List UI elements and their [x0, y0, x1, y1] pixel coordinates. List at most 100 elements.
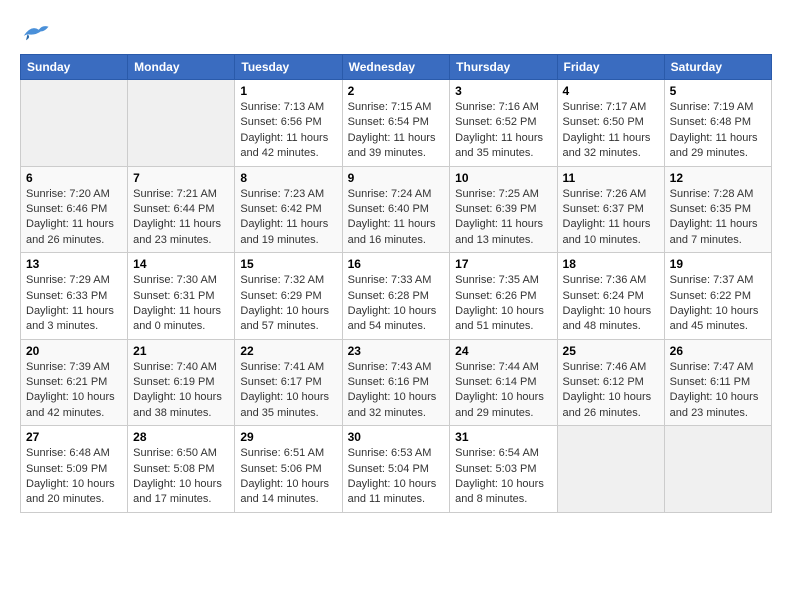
- calendar-cell: 23 Sunrise: 7:43 AM Sunset: 6:16 PM Dayli…: [342, 339, 450, 426]
- day-number: 3: [455, 84, 551, 98]
- day-number: 16: [348, 257, 445, 271]
- day-number: 25: [563, 344, 659, 358]
- calendar-cell: 22 Sunrise: 7:41 AM Sunset: 6:17 PM Dayli…: [235, 339, 342, 426]
- calendar-cell: 3 Sunrise: 7:16 AM Sunset: 6:52 PM Daylig…: [450, 80, 557, 167]
- day-header-friday: Friday: [557, 55, 664, 80]
- day-info: Sunrise: 7:13 AM Sunset: 6:56 PM Dayligh…: [240, 100, 336, 162]
- day-number: 19: [670, 257, 766, 271]
- day-number: 27: [26, 430, 122, 444]
- calendar-cell: 2 Sunrise: 7:15 AM Sunset: 6:54 PM Daylig…: [342, 80, 450, 167]
- calendar-cell: 17Sunrise: 7:35 AM Sunset: 6:26 PM Dayli…: [450, 253, 557, 340]
- day-number: 14: [133, 257, 229, 271]
- calendar-week-1: 1 Sunrise: 7:13 AM Sunset: 6:56 PM Daylig…: [21, 80, 772, 167]
- calendar-cell: 16 Sunrise: 7:33 AM Sunset: 6:28 PM Dayli…: [342, 253, 450, 340]
- calendar-cell: 29 Sunrise: 6:51 AM Sunset: 5:06 PM Dayli…: [235, 426, 342, 513]
- day-info: Sunrise: 7:26 AM Sunset: 6:37 PM Dayligh…: [563, 187, 659, 249]
- calendar-cell: 11Sunrise: 7:26 AM Sunset: 6:37 PM Dayli…: [557, 166, 664, 253]
- calendar-cell: 9Sunrise: 7:24 AM Sunset: 6:40 PM Daylig…: [342, 166, 450, 253]
- day-number: 6: [26, 171, 122, 185]
- day-number: 23: [348, 344, 445, 358]
- calendar-cell: 5Sunrise: 7:19 AM Sunset: 6:48 PM Daylig…: [664, 80, 771, 167]
- calendar-cell: 14 Sunrise: 7:30 AM Sunset: 6:31 PM Dayli…: [128, 253, 235, 340]
- page-header: [20, 20, 772, 44]
- day-number: 7: [133, 171, 229, 185]
- calendar-header-row: SundayMondayTuesdayWednesdayThursdayFrid…: [21, 55, 772, 80]
- calendar-cell: 19 Sunrise: 7:37 AM Sunset: 6:22 PM Dayli…: [664, 253, 771, 340]
- day-header-wednesday: Wednesday: [342, 55, 450, 80]
- day-number: 1: [240, 84, 336, 98]
- day-info: Sunrise: 7:15 AM Sunset: 6:54 PM Dayligh…: [348, 100, 445, 162]
- calendar-cell: 4Sunrise: 7:17 AM Sunset: 6:50 PM Daylig…: [557, 80, 664, 167]
- calendar-cell: [557, 426, 664, 513]
- calendar-cell: 21 Sunrise: 7:40 AM Sunset: 6:19 PM Dayli…: [128, 339, 235, 426]
- calendar-cell: [664, 426, 771, 513]
- day-info: Sunrise: 6:54 AM Sunset: 5:03 PM Dayligh…: [455, 446, 551, 508]
- day-info: Sunrise: 7:25 AM Sunset: 6:39 PM Dayligh…: [455, 187, 551, 249]
- calendar-cell: [21, 80, 128, 167]
- day-info: Sunrise: 7:16 AM Sunset: 6:52 PM Dayligh…: [455, 100, 551, 162]
- day-info: Sunrise: 6:53 AM Sunset: 5:04 PM Dayligh…: [348, 446, 445, 508]
- day-header-sunday: Sunday: [21, 55, 128, 80]
- day-number: 13: [26, 257, 122, 271]
- day-header-monday: Monday: [128, 55, 235, 80]
- day-number: 5: [670, 84, 766, 98]
- day-info: Sunrise: 7:47 AM Sunset: 6:11 PM Dayligh…: [670, 360, 766, 422]
- day-info: Sunrise: 7:35 AM Sunset: 6:26 PM Dayligh…: [455, 273, 551, 335]
- day-info: Sunrise: 7:37 AM Sunset: 6:22 PM Dayligh…: [670, 273, 766, 335]
- day-info: Sunrise: 7:20 AM Sunset: 6:46 PM Dayligh…: [26, 187, 122, 249]
- day-info: Sunrise: 7:29 AM Sunset: 6:33 PM Dayligh…: [26, 273, 122, 335]
- day-number: 28: [133, 430, 229, 444]
- calendar-cell: 7 Sunrise: 7:21 AM Sunset: 6:44 PM Daylig…: [128, 166, 235, 253]
- day-number: 9: [348, 171, 445, 185]
- calendar-cell: [128, 80, 235, 167]
- day-info: Sunrise: 7:44 AM Sunset: 6:14 PM Dayligh…: [455, 360, 551, 422]
- day-number: 2: [348, 84, 445, 98]
- day-info: Sunrise: 7:21 AM Sunset: 6:44 PM Dayligh…: [133, 187, 229, 249]
- logo-bird-icon: [20, 20, 50, 44]
- day-info: Sunrise: 7:28 AM Sunset: 6:35 PM Dayligh…: [670, 187, 766, 249]
- calendar-cell: 1 Sunrise: 7:13 AM Sunset: 6:56 PM Daylig…: [235, 80, 342, 167]
- day-number: 20: [26, 344, 122, 358]
- calendar-cell: 10 Sunrise: 7:25 AM Sunset: 6:39 PM Dayli…: [450, 166, 557, 253]
- calendar-cell: 13 Sunrise: 7:29 AM Sunset: 6:33 PM Dayli…: [21, 253, 128, 340]
- calendar-cell: 27 Sunrise: 6:48 AM Sunset: 5:09 PM Dayli…: [21, 426, 128, 513]
- day-info: Sunrise: 7:41 AM Sunset: 6:17 PM Dayligh…: [240, 360, 336, 422]
- calendar-week-5: 27 Sunrise: 6:48 AM Sunset: 5:09 PM Dayli…: [21, 426, 772, 513]
- day-info: Sunrise: 7:23 AM Sunset: 6:42 PM Dayligh…: [240, 187, 336, 249]
- day-info: Sunrise: 7:43 AM Sunset: 6:16 PM Dayligh…: [348, 360, 445, 422]
- calendar-week-2: 6 Sunrise: 7:20 AM Sunset: 6:46 PM Daylig…: [21, 166, 772, 253]
- day-info: Sunrise: 6:51 AM Sunset: 5:06 PM Dayligh…: [240, 446, 336, 508]
- day-number: 21: [133, 344, 229, 358]
- calendar-cell: 12 Sunrise: 7:28 AM Sunset: 6:35 PM Dayli…: [664, 166, 771, 253]
- day-info: Sunrise: 7:17 AM Sunset: 6:50 PM Dayligh…: [563, 100, 659, 162]
- day-number: 22: [240, 344, 336, 358]
- day-info: Sunrise: 7:36 AM Sunset: 6:24 PM Dayligh…: [563, 273, 659, 335]
- calendar-cell: 20 Sunrise: 7:39 AM Sunset: 6:21 PM Dayli…: [21, 339, 128, 426]
- day-number: 18: [563, 257, 659, 271]
- logo: [20, 20, 54, 44]
- calendar-table: SundayMondayTuesdayWednesdayThursdayFrid…: [20, 54, 772, 513]
- day-info: Sunrise: 6:50 AM Sunset: 5:08 PM Dayligh…: [133, 446, 229, 508]
- calendar-week-3: 13 Sunrise: 7:29 AM Sunset: 6:33 PM Dayli…: [21, 253, 772, 340]
- day-info: Sunrise: 7:32 AM Sunset: 6:29 PM Dayligh…: [240, 273, 336, 335]
- calendar-cell: 18 Sunrise: 7:36 AM Sunset: 6:24 PM Dayli…: [557, 253, 664, 340]
- day-info: Sunrise: 7:40 AM Sunset: 6:19 PM Dayligh…: [133, 360, 229, 422]
- day-number: 29: [240, 430, 336, 444]
- day-number: 10: [455, 171, 551, 185]
- day-header-thursday: Thursday: [450, 55, 557, 80]
- day-header-saturday: Saturday: [664, 55, 771, 80]
- calendar-cell: 6 Sunrise: 7:20 AM Sunset: 6:46 PM Daylig…: [21, 166, 128, 253]
- day-number: 24: [455, 344, 551, 358]
- calendar-cell: 30 Sunrise: 6:53 AM Sunset: 5:04 PM Dayli…: [342, 426, 450, 513]
- day-info: Sunrise: 7:46 AM Sunset: 6:12 PM Dayligh…: [563, 360, 659, 422]
- day-info: Sunrise: 7:33 AM Sunset: 6:28 PM Dayligh…: [348, 273, 445, 335]
- day-info: Sunrise: 7:30 AM Sunset: 6:31 PM Dayligh…: [133, 273, 229, 335]
- calendar-cell: 28 Sunrise: 6:50 AM Sunset: 5:08 PM Dayli…: [128, 426, 235, 513]
- day-number: 8: [240, 171, 336, 185]
- calendar-cell: 26Sunrise: 7:47 AM Sunset: 6:11 PM Dayli…: [664, 339, 771, 426]
- day-info: Sunrise: 7:39 AM Sunset: 6:21 PM Dayligh…: [26, 360, 122, 422]
- day-number: 12: [670, 171, 766, 185]
- day-number: 30: [348, 430, 445, 444]
- calendar-week-4: 20 Sunrise: 7:39 AM Sunset: 6:21 PM Dayli…: [21, 339, 772, 426]
- day-info: Sunrise: 6:48 AM Sunset: 5:09 PM Dayligh…: [26, 446, 122, 508]
